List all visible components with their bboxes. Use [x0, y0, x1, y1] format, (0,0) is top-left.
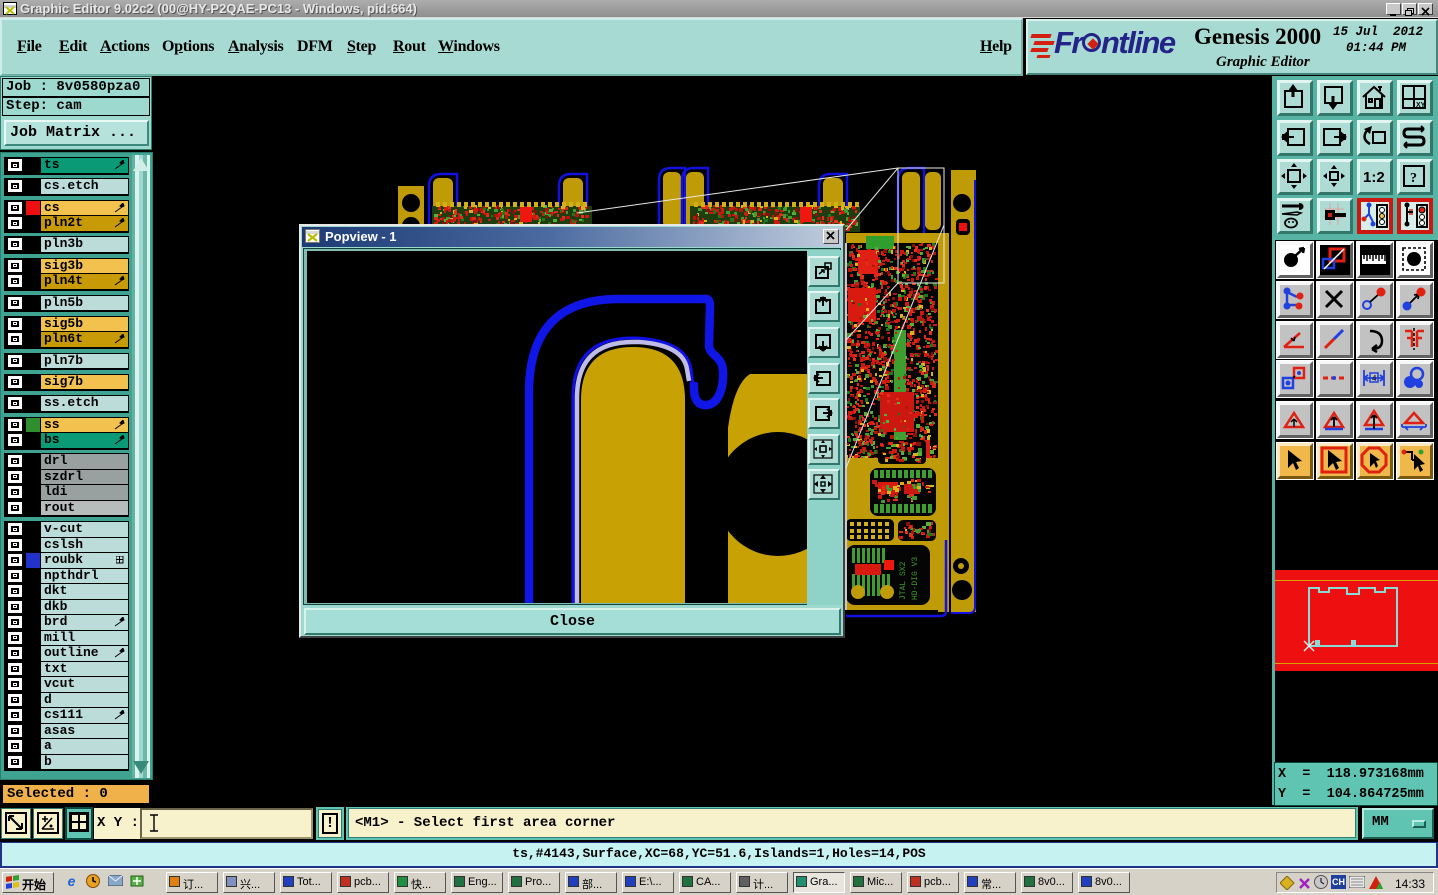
svg-text:1:2: 1:2 — [1363, 169, 1385, 186]
svg-text:?: ? — [1410, 171, 1417, 186]
svg-text:XY: XY — [1416, 102, 1426, 109]
svg-text:JTAL SX2: JTAL SX2 — [899, 561, 908, 600]
svg-text:HD-DIG V3: HD-DIG V3 — [911, 557, 920, 600]
svg-text:4: 4 — [1372, 374, 1377, 383]
